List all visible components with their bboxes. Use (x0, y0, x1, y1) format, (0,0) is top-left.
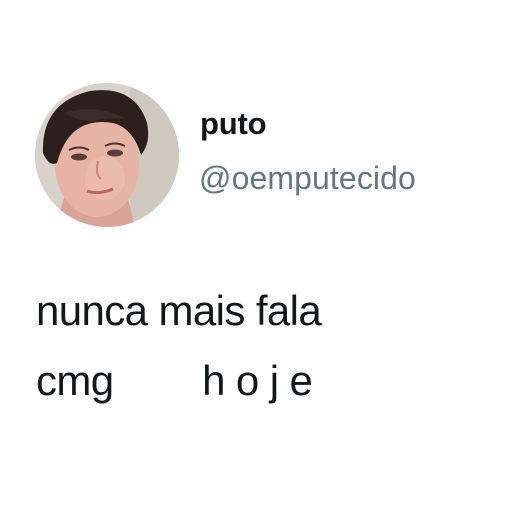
avatar[interactable] (35, 83, 179, 227)
tweet-card: puto @oemputecido nunca mais fala cmg h … (0, 0, 512, 512)
tweet-text-line-2: cmg h o j e (36, 357, 313, 404)
user-handle[interactable]: @oemputecido (199, 162, 416, 194)
tweet-text-line-1: nunca mais fala (36, 287, 322, 334)
tweet-text: nunca mais fala cmg h o j e (36, 290, 476, 430)
display-name[interactable]: puto (200, 108, 267, 139)
avatar-image (35, 83, 179, 227)
